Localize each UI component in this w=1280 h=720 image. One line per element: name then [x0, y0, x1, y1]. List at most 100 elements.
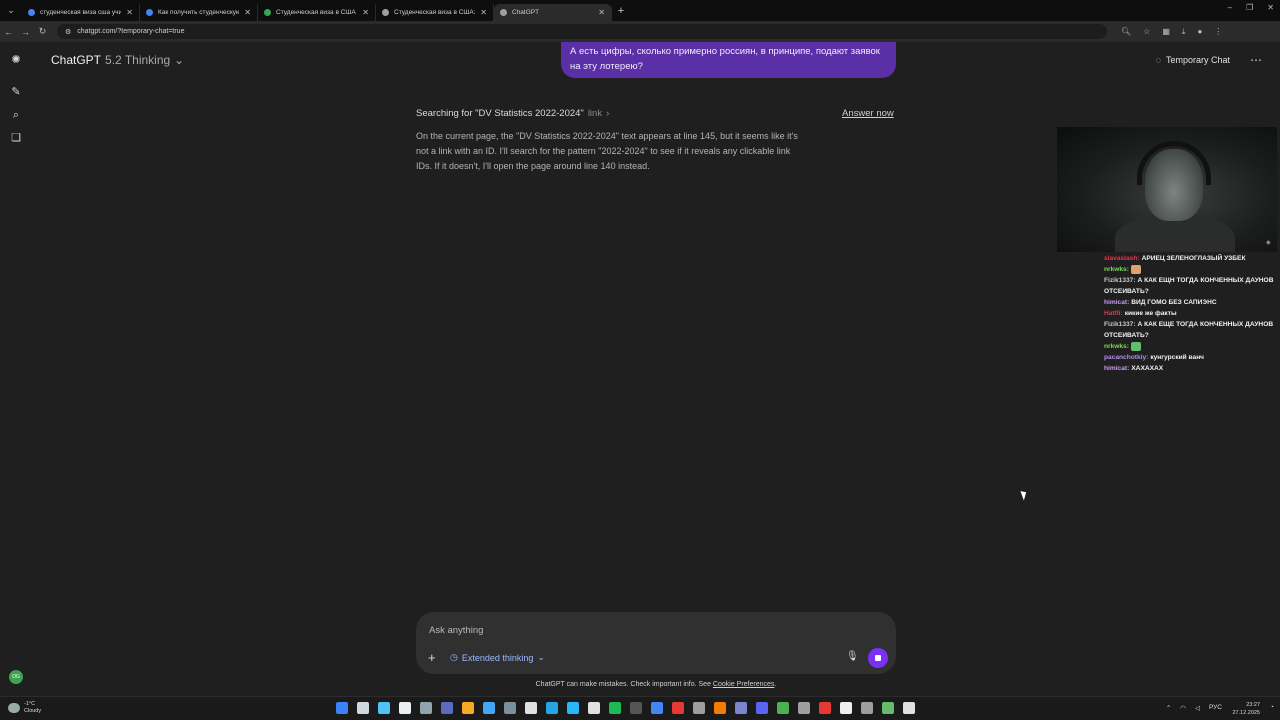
cookie-preferences-link[interactable]: Cookie Preferences: [713, 681, 774, 688]
browser-menu-icon[interactable]: ⋮: [1214, 27, 1222, 37]
close-tab-icon[interactable]: ✕: [598, 8, 605, 17]
thinking-text: On the current page, the "DV Statistics …: [416, 131, 798, 171]
search-chats-icon[interactable]: ⌕: [9, 108, 23, 122]
language-indicator[interactable]: РУС: [1209, 704, 1222, 712]
extended-thinking-toggle[interactable]: ◷ Extended thinking ⌄: [450, 652, 545, 663]
taskbar-app-icon[interactable]: [903, 702, 915, 714]
clock-time: 23:27: [1246, 702, 1260, 708]
tab-favicon-icon: [146, 8, 153, 16]
taskbar-app-icon[interactable]: [819, 702, 831, 714]
taskbar-app-icon[interactable]: [588, 702, 600, 714]
prompt-input[interactable]: [429, 621, 829, 639]
taskbar-app-icon[interactable]: [462, 702, 474, 714]
weather-text: -1°C Cloudy: [24, 701, 41, 715]
taskbar-app-icon[interactable]: [735, 702, 747, 714]
browser-tab[interactable]: Как получить студенческую в ✕: [140, 3, 258, 21]
taskbar-app-icon[interactable]: [630, 702, 642, 714]
downloads-icon[interactable]: ⤓: [1182, 27, 1186, 37]
taskbar-app-icon[interactable]: [798, 702, 810, 714]
minimize-icon[interactable]: –: [1228, 3, 1232, 12]
disclaimer-period: .: [774, 681, 777, 688]
tab-search-chevron-icon[interactable]: ⌄: [0, 0, 22, 21]
taskbar-app-icon[interactable]: [336, 702, 348, 714]
more-options-icon[interactable]: ⋯: [1250, 53, 1262, 67]
temporary-chat-button[interactable]: ◌ Temporary Chat: [1156, 55, 1230, 65]
forward-icon[interactable]: →: [17, 27, 34, 37]
taskbar-app-icon[interactable]: [357, 702, 369, 714]
browser-tab[interactable]: Студенческая виза в США - к ✕: [258, 3, 376, 21]
search-status-label: Searching for "DV Statistics 2022-2024": [416, 108, 584, 119]
taskbar-app-icon[interactable]: [567, 702, 579, 714]
avatar[interactable]: OG: [9, 670, 23, 684]
clock[interactable]: 23:27 27.12.2025: [1232, 701, 1260, 717]
back-icon[interactable]: ←: [0, 27, 17, 37]
weather-widget[interactable]: -1°C Cloudy: [8, 701, 41, 715]
taskbar-app-icon[interactable]: [420, 702, 432, 714]
taskbar-app-icon[interactable]: [861, 702, 873, 714]
add-attachment-icon[interactable]: +: [428, 650, 436, 665]
browser-tab[interactable]: студенческая виза сша учитсе ✕: [22, 3, 140, 21]
profile-icon[interactable]: ●: [1197, 27, 1202, 37]
taskbar-app-icon[interactable]: [882, 702, 894, 714]
answer-now-button[interactable]: Answer now: [842, 108, 894, 119]
taskbar-app-icon[interactable]: [441, 702, 453, 714]
model-selector[interactable]: ChatGPT 5.2 Thinking ⌄: [51, 53, 184, 67]
address-bar-row: ← → ↻ ⚙ chatgpt.com/?temporary-chat=true…: [0, 21, 1280, 42]
disclaimer: ChatGPT can make mistakes. Check importa…: [416, 681, 896, 688]
tray-chevron-icon[interactable]: ⌃: [1166, 704, 1171, 712]
openai-logo-icon[interactable]: ✺: [9, 53, 23, 67]
taskbar-app-icon[interactable]: [546, 702, 558, 714]
taskbar-app-icon[interactable]: [525, 702, 537, 714]
window-controls: – ❐ ✕: [1228, 3, 1274, 12]
taskbar-app-icon[interactable]: [483, 702, 495, 714]
temporary-chat-label: Temporary Chat: [1165, 55, 1230, 65]
extended-thinking-label: Extended thinking: [461, 652, 534, 663]
close-tab-icon[interactable]: ✕: [126, 8, 133, 17]
close-tab-icon[interactable]: ✕: [362, 8, 369, 17]
bookmark-star-icon[interactable]: ☆: [1143, 27, 1150, 37]
model-version: 5.2 Thinking: [105, 53, 171, 67]
url-text: chatgpt.com/?temporary-chat=true: [77, 28, 185, 35]
taskbar-app-icon[interactable]: [609, 702, 621, 714]
taskbar-app-icon[interactable]: [777, 702, 789, 714]
tab-list: студенческая виза сша учитсе✕Как получит…: [22, 1, 612, 21]
chat-nick: slavaslash:: [1104, 255, 1140, 262]
taskbar-app-icon[interactable]: [714, 702, 726, 714]
close-window-icon[interactable]: ✕: [1267, 3, 1274, 12]
reload-icon[interactable]: ↻: [34, 26, 51, 37]
taskbar-app-icon[interactable]: [378, 702, 390, 714]
taskbar-app-icon[interactable]: [756, 702, 768, 714]
network-icon[interactable]: ◠: [1180, 704, 1186, 712]
search-status[interactable]: Searching for "DV Statistics 2022-2024" …: [416, 108, 609, 119]
browser-tab[interactable]: ChatGPT ✕: [494, 3, 612, 21]
taskbar-app-icon[interactable]: [651, 702, 663, 714]
new-chat-icon[interactable]: ✎: [9, 85, 23, 99]
extensions-icon[interactable]: ▦: [1162, 27, 1170, 37]
library-icon[interactable]: ❏: [9, 131, 23, 145]
close-tab-icon[interactable]: ✕: [244, 8, 251, 17]
url-field[interactable]: ⚙ chatgpt.com/?temporary-chat=true: [57, 24, 1107, 39]
chat-message: Hatfli: кикие же факты: [1104, 308, 1278, 319]
clock-date: 27.12.2025: [1232, 710, 1260, 716]
taskbar-app-icon[interactable]: [672, 702, 684, 714]
volume-icon[interactable]: ◁: [1195, 704, 1200, 712]
chat-message: nrkwks:: [1104, 341, 1278, 352]
browser-tab[interactable]: Студенческая виза в США: са ✕: [376, 3, 494, 21]
taskbar-app-icon[interactable]: [504, 702, 516, 714]
composer: + ◷ Extended thinking ⌄ 🎙︎: [416, 612, 896, 674]
zoom-icon[interactable]: 🔍︎: [1121, 27, 1131, 37]
toolbar-icons: 🔍︎ ☆ ▦ ⤓ ● ⋮: [1121, 27, 1222, 37]
browser-tab-strip: ⌄ студенческая виза сша учитсе✕Как получ…: [0, 0, 1280, 21]
taskbar-app-icon[interactable]: [693, 702, 705, 714]
maximize-icon[interactable]: ❐: [1246, 3, 1253, 12]
site-info-icon[interactable]: ⚙: [65, 28, 71, 36]
taskbar: -1°C Cloudy ⌃ ◠ ◁ РУС 23:27 27.12.2025 ◔: [0, 696, 1280, 720]
new-tab-button[interactable]: +: [612, 5, 630, 17]
chat-message: nrkwks:: [1104, 264, 1278, 275]
taskbar-app-icon[interactable]: [399, 702, 411, 714]
notifications-icon[interactable]: ◔: [1270, 704, 1274, 711]
close-tab-icon[interactable]: ✕: [480, 8, 487, 17]
stop-generating-button[interactable]: [868, 648, 888, 668]
microphone-icon[interactable]: 🎙︎: [846, 651, 859, 662]
taskbar-app-icon[interactable]: [840, 702, 852, 714]
